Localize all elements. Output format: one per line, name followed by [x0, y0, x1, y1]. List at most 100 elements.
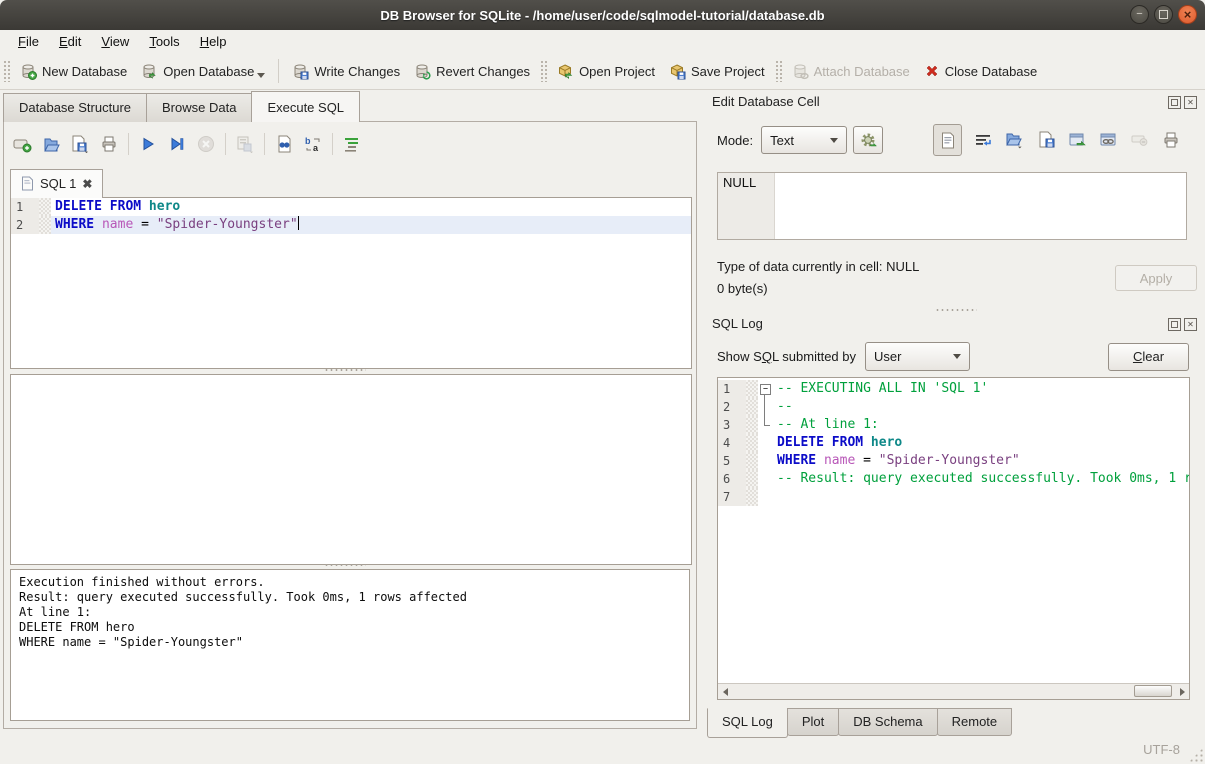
clear-log-button[interactable]: Clear [1108, 343, 1189, 371]
menu-edit[interactable]: Edit [49, 31, 91, 52]
close-button[interactable]: × [1178, 5, 1197, 24]
dock-float-icon[interactable] [1168, 318, 1181, 331]
cell-mode-row: Mode: Text [717, 126, 883, 154]
open-project-icon [557, 63, 574, 80]
sql-toolbar-separator [225, 133, 226, 155]
scroll-right-icon[interactable] [1175, 685, 1189, 699]
fold-marker [758, 434, 773, 452]
revert-changes-button[interactable]: Revert Changes [407, 59, 537, 84]
save-project-button[interactable]: Save Project [662, 59, 772, 84]
fold-marker[interactable]: − [758, 380, 773, 398]
format-sql-icon[interactable] [342, 134, 362, 154]
set-null-icon[interactable] [1131, 134, 1149, 146]
sql-doc-tab-close-icon[interactable]: ✖ [82, 177, 92, 191]
find-replace-icon[interactable]: ba [303, 134, 323, 154]
message-line: DELETE FROM hero [19, 620, 681, 635]
line-number: 6 [718, 470, 746, 488]
execute-all-icon[interactable] [138, 134, 158, 154]
chevron-down-icon [953, 354, 961, 359]
tab-execute-sql[interactable]: Execute SQL [251, 91, 360, 122]
splitter-handle[interactable] [935, 308, 977, 313]
cell-editor-box[interactable]: NULL [717, 172, 1187, 240]
menu-file[interactable]: File [8, 31, 49, 52]
tab-remote[interactable]: Remote [937, 708, 1013, 736]
sql-toolbar-separator [128, 133, 129, 155]
mode-label: Mode: [717, 133, 753, 148]
fold-margin [746, 452, 758, 470]
minimize-button[interactable]: − [1130, 5, 1149, 24]
fold-marker [758, 470, 773, 488]
svg-text:b: b [305, 136, 311, 146]
find-icon[interactable] [274, 134, 294, 154]
scrollbar-track[interactable] [732, 684, 1175, 699]
new-sql-tab-icon[interactable] [12, 134, 32, 154]
tab-browse-data[interactable]: Browse Data [146, 93, 252, 122]
open-database-dropdown-icon[interactable] [257, 73, 265, 78]
sql-log-box[interactable]: 1−-- EXECUTING ALL IN 'SQL 1' 2 --3-- At l… [717, 377, 1190, 700]
cell-autoapply-button[interactable] [853, 126, 883, 154]
toolbar-separator [278, 59, 279, 83]
save-results-icon[interactable] [235, 134, 255, 154]
cell-editor-area[interactable] [775, 173, 1186, 239]
tab-database-structure[interactable]: Database Structure [3, 93, 147, 122]
submitted-by-select[interactable]: User [865, 342, 970, 371]
fold-margin [746, 416, 758, 434]
attach-database-button[interactable]: Attach Database [785, 59, 917, 84]
sql-editor[interactable]: 1DELETE FROM hero2WHERE name = "Spider-Y… [10, 197, 692, 369]
stop-execution-icon[interactable] [196, 134, 216, 154]
save-project-label: Save Project [691, 64, 765, 79]
open-sql-file-icon[interactable] [41, 134, 61, 154]
maximize-button[interactable] [1154, 5, 1173, 24]
new-database-icon [20, 63, 37, 80]
line-number: 1 [718, 380, 746, 398]
dock-float-icon[interactable] [1168, 96, 1181, 109]
fold-margin [746, 434, 758, 452]
encoding-indicator[interactable]: UTF-8 [1143, 742, 1180, 757]
toolbar-drag-handle[interactable] [3, 60, 10, 82]
resize-grip[interactable] [1189, 748, 1203, 762]
dock-close-icon[interactable]: ✕ [1184, 96, 1197, 109]
results-grid-pane[interactable] [10, 374, 692, 565]
scrollbar-thumb[interactable] [1134, 685, 1172, 697]
cell-type-info: Type of data currently in cell: NULL [717, 259, 919, 274]
import-cell-data-icon[interactable] [1005, 131, 1025, 150]
code-line: 3-- At line 1: [718, 416, 1189, 434]
open-in-external-app-icon[interactable] [1069, 132, 1087, 148]
cell-text-mode-icon[interactable] [933, 124, 962, 156]
write-changes-button[interactable]: Write Changes [285, 59, 407, 84]
print-sql-icon[interactable] [99, 134, 119, 154]
code-text: -- [773, 398, 1189, 416]
tab-plot[interactable]: Plot [787, 708, 839, 736]
menu-view[interactable]: View [91, 31, 139, 52]
window-title: DB Browser for SQLite - /home/user/code/… [380, 8, 824, 23]
apply-button[interactable]: Apply [1115, 265, 1197, 291]
execute-current-line-icon[interactable] [167, 134, 187, 154]
open-project-button[interactable]: Open Project [550, 59, 662, 84]
line-number: 2 [718, 398, 746, 416]
sql-doc-tab[interactable]: SQL 1 ✖ [10, 169, 103, 198]
fold-marker [758, 452, 773, 470]
copy-link-icon[interactable] [1100, 132, 1118, 148]
toolbar-drag-handle[interactable] [540, 60, 547, 82]
splitter-handle[interactable] [324, 368, 366, 373]
fold-margin [746, 488, 758, 506]
dock-close-icon[interactable]: ✕ [1184, 318, 1197, 331]
close-database-button[interactable]: Close Database [917, 59, 1045, 83]
menu-help[interactable]: Help [190, 31, 237, 52]
save-sql-file-icon[interactable] [70, 134, 90, 154]
print-cell-icon[interactable] [1162, 131, 1180, 149]
menu-tools[interactable]: Tools [139, 31, 189, 52]
open-database-button[interactable]: Open Database [134, 59, 272, 84]
toolbar-drag-handle[interactable] [775, 60, 782, 82]
tab-db-schema[interactable]: DB Schema [838, 708, 937, 736]
fold-margin [746, 398, 758, 416]
word-wrap-icon[interactable] [975, 133, 992, 148]
export-cell-data-icon[interactable] [1038, 131, 1056, 149]
code-text: -- EXECUTING ALL IN 'SQL 1' [773, 380, 1189, 398]
splitter-handle[interactable] [324, 563, 366, 568]
execution-message-pane[interactable]: Execution finished without errors.Result… [10, 569, 690, 721]
horizontal-scrollbar[interactable] [718, 683, 1189, 699]
new-database-button[interactable]: New Database [13, 59, 134, 84]
scroll-left-icon[interactable] [718, 685, 732, 699]
cell-mode-select[interactable]: Text [761, 126, 847, 154]
